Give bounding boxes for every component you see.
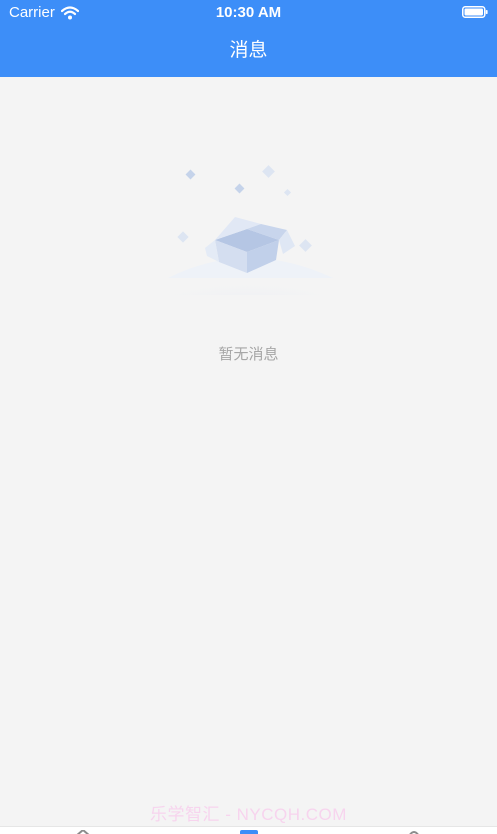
empty-box-icon	[148, 165, 348, 295]
page-title: 消息	[229, 39, 268, 61]
status-bar: Carrier 10:30 AM	[0, 0, 497, 26]
status-time: 10:30 AM	[215, 4, 282, 21]
tab-profile-icon[interactable]	[405, 830, 423, 834]
empty-state-message: 暂无消息	[218, 345, 279, 363]
tab-message-icon[interactable]	[239, 830, 259, 834]
tab-home-icon[interactable]	[74, 830, 92, 834]
watermark: 乐学智汇 - NYCQH.COM	[150, 805, 347, 824]
app-header: Carrier 10:30 AM 消息	[0, 0, 497, 77]
battery-icon	[462, 6, 488, 18]
